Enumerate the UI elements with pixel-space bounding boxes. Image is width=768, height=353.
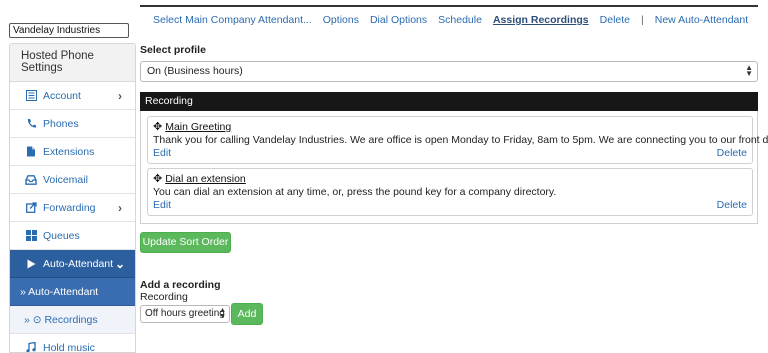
sidebar-item-label: Forwarding — [43, 202, 96, 214]
delete-link[interactable]: Delete — [717, 199, 747, 212]
sidebar-item-label: Voicemail — [43, 174, 88, 186]
sidebar-item-voicemail[interactable]: Voicemail — [10, 166, 135, 194]
sidebar: Hosted Phone Settings Account › Phones E… — [9, 43, 136, 353]
sidebar-header: Hosted Phone Settings — [10, 44, 135, 82]
top-nav: Select Main Company Attendant... Options… — [140, 5, 758, 33]
share-icon — [24, 202, 38, 213]
play-icon — [24, 259, 38, 269]
recording-field-label: Recording — [140, 291, 188, 303]
sidebar-item-label: Hold music — [43, 342, 95, 353]
music-icon — [24, 342, 38, 353]
delete-link[interactable]: Delete — [717, 147, 747, 160]
select-arrows-icon: ▲▼ — [745, 65, 753, 77]
add-button[interactable]: Add — [231, 303, 263, 325]
recording-text: You can dial an extension at any time, o… — [153, 186, 747, 199]
profile-select[interactable]: On (Business hours) ▲▼ — [140, 61, 758, 82]
sidebar-item-label: Auto-Attendant — [43, 258, 113, 270]
sidebar-item-label: » ⊙ Recordings — [24, 314, 98, 326]
list-icon — [24, 90, 38, 101]
recording-panel: ✥Main Greeting Thank you for calling Van… — [140, 111, 758, 224]
sidebar-item-queues[interactable]: Queues — [10, 222, 135, 250]
edit-link[interactable]: Edit — [153, 147, 171, 160]
recording-item: ✥Main Greeting Thank you for calling Van… — [147, 116, 753, 164]
sidebar-item-hold-music[interactable]: Hold music — [10, 334, 135, 353]
recording-select-value: Off hours greeting — [145, 308, 225, 319]
nav-select-main-attendant[interactable]: Select Main Company Attendant... — [153, 14, 312, 26]
nav-new-auto-attendant[interactable]: New Auto-Attendant — [655, 14, 748, 26]
move-icon[interactable]: ✥ — [153, 121, 162, 133]
select-profile-label: Select profile — [140, 44, 206, 56]
recording-select[interactable]: Off hours greeting ▲▼ — [140, 305, 230, 323]
phone-icon — [24, 118, 38, 129]
recording-name[interactable]: Dial an extension — [165, 173, 246, 185]
recording-name[interactable]: Main Greeting — [165, 121, 231, 133]
sidebar-subitem-auto-attendant[interactable]: » Auto-Attendant — [10, 278, 135, 306]
chevron-right-icon: › — [118, 89, 122, 103]
grid-icon — [24, 230, 38, 241]
nav-dial-options[interactable]: Dial Options — [370, 14, 427, 26]
nav-schedule[interactable]: Schedule — [438, 14, 482, 26]
profile-select-value: On (Business hours) — [147, 65, 243, 77]
sidebar-item-label: Extensions — [43, 146, 94, 158]
sidebar-item-label: Phones — [43, 118, 79, 130]
sidebar-item-extensions[interactable]: Extensions — [10, 138, 135, 166]
inbox-icon — [24, 175, 38, 185]
sidebar-item-auto-attendant[interactable]: Auto-Attendant ⌄ — [10, 250, 135, 278]
sidebar-item-label: » Auto-Attendant — [20, 286, 98, 298]
chevron-down-icon: ⌄ — [115, 257, 125, 271]
file-icon — [24, 146, 38, 157]
edit-link[interactable]: Edit — [153, 199, 171, 212]
nav-delete[interactable]: Delete — [600, 14, 630, 26]
nav-options[interactable]: Options — [323, 14, 359, 26]
sidebar-item-account[interactable]: Account › — [10, 82, 135, 110]
company-name: Vandelay Industries — [9, 23, 129, 38]
sidebar-item-label: Account — [43, 90, 81, 102]
select-arrows-icon: ▲▼ — [219, 308, 226, 320]
add-recording-title: Add a recording — [140, 279, 221, 291]
nav-assign-recordings[interactable]: Assign Recordings — [493, 14, 589, 26]
nav-separator: | — [641, 14, 644, 26]
chevron-right-icon: › — [118, 201, 122, 215]
recording-item: ✥Dial an extension You can dial an exten… — [147, 168, 753, 216]
update-sort-order-button[interactable]: Update Sort Order — [140, 232, 231, 253]
sidebar-item-label: Queues — [43, 230, 80, 242]
sidebar-subitem-recordings[interactable]: » ⊙ Recordings — [10, 306, 135, 334]
sidebar-item-phones[interactable]: Phones — [10, 110, 135, 138]
recording-header: Recording — [140, 92, 758, 111]
sidebar-item-forwarding[interactable]: Forwarding › — [10, 194, 135, 222]
recording-text: Thank you for calling Vandelay Industrie… — [153, 134, 747, 147]
move-icon[interactable]: ✥ — [153, 173, 162, 185]
